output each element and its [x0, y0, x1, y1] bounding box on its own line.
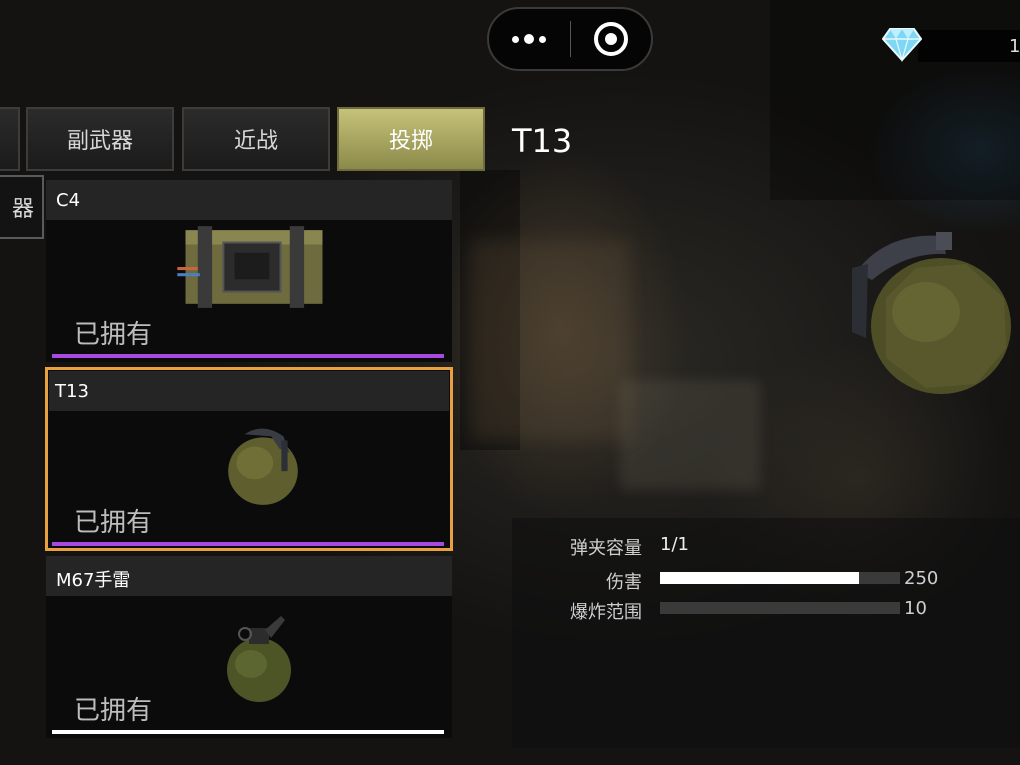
diamond-icon	[882, 28, 922, 62]
list-item-c4[interactable]: C4 已拥有	[46, 180, 452, 362]
list-item-m67[interactable]: M67手雷 已拥有	[46, 556, 452, 738]
t13-grenade-icon	[228, 428, 298, 505]
blast-radius-value: 10	[904, 598, 927, 619]
currency-value: 1	[1009, 36, 1020, 57]
list-item-t13[interactable]: T13 已拥有	[45, 367, 453, 551]
tab-primary-weapon[interactable]	[0, 107, 20, 171]
tab-label: 投掷	[388, 129, 433, 154]
owned-status: 已拥有	[74, 508, 153, 538]
card-header: T13	[49, 371, 449, 411]
card-header: C4	[46, 180, 452, 220]
c4-explosive-icon	[177, 226, 323, 308]
selected-item-preview	[852, 232, 1011, 394]
rarity-bar	[52, 354, 444, 358]
mini-program-capsule	[487, 7, 653, 71]
target-circle-icon	[593, 22, 628, 56]
close-mini-program-button[interactable]	[571, 9, 652, 69]
tab-secondary-weapon[interactable]: 副武器	[26, 107, 174, 171]
throwable-item-list: C4 已拥有 T13 已拥有 M67手雷 已拥有	[45, 176, 453, 742]
damage-bar	[660, 572, 900, 584]
stats-panel: 弹夹容量 1/1 伤害 250 爆炸范围 10	[512, 518, 1020, 748]
rarity-bar	[52, 542, 444, 546]
card-header: M67手雷	[46, 556, 452, 596]
selected-item-title: T13	[512, 122, 573, 160]
damage-bar-fill	[660, 572, 860, 584]
rarity-bar	[52, 730, 444, 734]
damage-value: 250	[904, 568, 939, 589]
blast-radius-bar	[660, 602, 900, 614]
item-name: C4	[56, 190, 81, 211]
blast-radius-label: 爆炸范围	[570, 602, 642, 623]
owned-status: 已拥有	[74, 320, 153, 350]
tab-label: 近战	[233, 129, 278, 154]
more-menu-button[interactable]	[489, 9, 570, 69]
m67-grenade-icon	[227, 616, 291, 702]
currency-box	[918, 30, 1020, 62]
tab-melee[interactable]: 近战	[182, 107, 330, 171]
owned-status: 已拥有	[74, 696, 153, 726]
background-scene-shelf	[620, 380, 760, 490]
magazine-label: 弹夹容量	[570, 538, 642, 559]
item-name: M67手雷	[56, 570, 131, 591]
tab-throwable[interactable]: 投掷	[337, 107, 485, 171]
damage-label: 伤害	[606, 572, 642, 593]
magazine-value: 1/1	[660, 534, 689, 555]
item-name: T13	[55, 381, 89, 402]
tab-label: 副武器	[66, 129, 133, 154]
more-dots-icon	[512, 34, 547, 44]
side-category-tab[interactable]: 器	[0, 175, 44, 239]
background-scene-light	[470, 240, 630, 440]
side-tab-label: 器	[11, 197, 34, 222]
